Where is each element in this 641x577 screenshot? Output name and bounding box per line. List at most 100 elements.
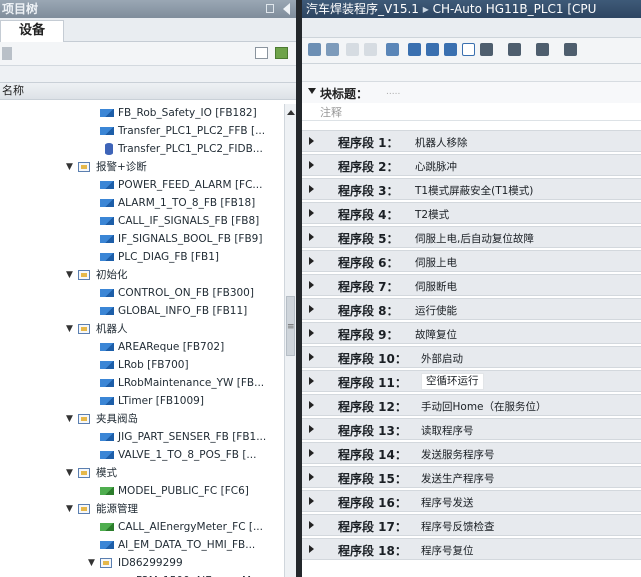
network-row[interactable]: 程序段 6： 伺服上电 bbox=[302, 250, 641, 272]
network-title[interactable]: 程序号反馈检查 bbox=[421, 519, 495, 534]
network-title[interactable]: 空循环运行 bbox=[421, 373, 484, 390]
expand-triangle-icon[interactable] bbox=[309, 137, 314, 145]
tree-item[interactable]: LRob [FB700] bbox=[0, 356, 284, 374]
expand-triangle-icon[interactable] bbox=[309, 497, 314, 505]
network-title[interactable]: 伺服上电 bbox=[415, 255, 457, 270]
expand-triangle-icon[interactable] bbox=[309, 377, 314, 385]
insert-network-icon[interactable] bbox=[346, 43, 359, 56]
more-tools-icon[interactable] bbox=[564, 43, 577, 56]
network-title[interactable]: 程序号发送 bbox=[421, 495, 474, 510]
network-title[interactable]: 伺服断电 bbox=[415, 279, 457, 294]
expand-triangle-icon[interactable] bbox=[309, 257, 314, 265]
network-title[interactable]: 伺服上电,后自动复位故障 bbox=[415, 231, 534, 246]
network-row[interactable]: 程序段 16： 程序号发送 bbox=[302, 490, 641, 512]
expand-triangle-icon[interactable] bbox=[309, 281, 314, 289]
compile-icon[interactable] bbox=[308, 43, 321, 56]
expand-triangle-icon[interactable] bbox=[309, 185, 314, 193]
expand-triangle-icon[interactable] bbox=[308, 88, 316, 94]
column-header-name[interactable]: 名称 bbox=[0, 82, 296, 100]
network-title[interactable]: T2模式 bbox=[415, 207, 449, 222]
network-row[interactable]: 程序段 18： 程序号复位 bbox=[302, 538, 641, 560]
monitor-icon[interactable] bbox=[326, 43, 339, 56]
network-row[interactable]: 程序段 3： T1模式屏蔽安全(T1模式) bbox=[302, 178, 641, 200]
expand-triangle-icon[interactable] bbox=[309, 161, 314, 169]
block-title-row[interactable]: 块标题： ..... bbox=[302, 81, 641, 103]
network-title[interactable]: 心跳脉冲 bbox=[415, 159, 457, 174]
network-title[interactable]: 外部启动 bbox=[421, 351, 463, 366]
expand-arrow-icon[interactable]: ▼ bbox=[66, 464, 73, 482]
expand-triangle-icon[interactable] bbox=[309, 449, 314, 457]
tree-item[interactable]: AI_EM_DATA_TO_HMI_FB... bbox=[0, 536, 284, 554]
tree-item[interactable]: IF_SIGNALS_BOOL_FB [FB9] bbox=[0, 230, 284, 248]
expand-triangle-icon[interactable] bbox=[309, 521, 314, 529]
network-view-toggle-icon[interactable] bbox=[444, 43, 457, 56]
expand-arrow-icon[interactable]: ▼ bbox=[66, 320, 73, 338]
expand-triangle-icon[interactable] bbox=[309, 473, 314, 481]
tree-folder[interactable]: ▼ 报警+诊断 bbox=[0, 158, 284, 176]
scroll-up-icon[interactable] bbox=[287, 110, 295, 115]
network-row[interactable]: 程序段 17： 程序号反馈检查 bbox=[302, 514, 641, 536]
tree-folder[interactable]: ▼ 初始化 bbox=[0, 266, 284, 284]
view-icon[interactable] bbox=[255, 47, 268, 59]
tree-folder[interactable]: ▼ 机器人 bbox=[0, 320, 284, 338]
close-all-networks-icon[interactable] bbox=[426, 43, 439, 56]
expand-triangle-icon[interactable] bbox=[309, 329, 314, 337]
expand-arrow-icon[interactable]: ▼ bbox=[66, 500, 73, 518]
expand-triangle-icon[interactable] bbox=[309, 353, 314, 361]
expand-arrow-icon[interactable]: ▼ bbox=[88, 554, 95, 572]
tree-item[interactable]: MODEL_PUBLIC_FC [FC6] bbox=[0, 482, 284, 500]
tree-item[interactable]: POWER_FEED_ALARM [FC... bbox=[0, 176, 284, 194]
network-title[interactable]: 机器人移除 bbox=[415, 135, 468, 150]
expand-triangle-icon[interactable] bbox=[309, 425, 314, 433]
block-title-value[interactable]: ..... bbox=[386, 87, 400, 97]
delete-network-icon[interactable] bbox=[364, 43, 377, 56]
comments-toggle-icon[interactable] bbox=[462, 43, 475, 56]
expand-arrow-icon[interactable]: ▼ bbox=[66, 158, 73, 176]
tree-item[interactable]: Transfer_PLC1_PLC2_FIDB... bbox=[0, 140, 284, 158]
block-comment-row[interactable]: 注释 bbox=[302, 103, 641, 121]
tree-item[interactable]: Transfer_PLC1_PLC2_FFB [... bbox=[0, 122, 284, 140]
network-title[interactable]: T1模式屏蔽安全(T1模式) bbox=[415, 183, 533, 198]
tree-item[interactable]: ALARM_1_TO_8_FB [FB18] bbox=[0, 194, 284, 212]
expand-triangle-icon[interactable] bbox=[309, 305, 314, 313]
expand-triangle-icon[interactable] bbox=[309, 209, 314, 217]
network-row[interactable]: 程序段 2： 心跳脉冲 bbox=[302, 154, 641, 176]
network-title[interactable]: 运行使能 bbox=[415, 303, 457, 318]
network-row[interactable]: 程序段 7： 伺服断电 bbox=[302, 274, 641, 296]
network-row[interactable]: 程序段 10： 外部启动 bbox=[302, 346, 641, 368]
network-row[interactable]: 程序段 13： 读取程序号 bbox=[302, 418, 641, 440]
tree-item[interactable]: CALL_IF_SIGNALS_FB [FB8] bbox=[0, 212, 284, 230]
expand-triangle-icon[interactable] bbox=[309, 233, 314, 241]
tree-item[interactable]: CONTROL_ON_FB [FB300] bbox=[0, 284, 284, 302]
collapse-arrow-icon[interactable] bbox=[283, 3, 290, 15]
pin-icon[interactable] bbox=[266, 4, 274, 13]
tree-folder[interactable]: ▼ 能源管理 bbox=[0, 500, 284, 518]
tab-devices[interactable]: 设备 bbox=[0, 20, 64, 42]
network-row[interactable]: 程序段 5： 伺服上电,后自动复位故障 bbox=[302, 226, 641, 248]
expand-triangle-icon[interactable] bbox=[309, 401, 314, 409]
network-row[interactable]: 程序段 4： T2模式 bbox=[302, 202, 641, 224]
tree-folder[interactable]: ▼ 模式 bbox=[0, 464, 284, 482]
tree-item[interactable]: FB_Rob_Safety_IO [FB182] bbox=[0, 104, 284, 122]
network-row[interactable]: 程序段 1： 机器人移除 bbox=[302, 130, 641, 152]
network-title[interactable]: 发送生产程序号 bbox=[421, 471, 495, 486]
network-row[interactable]: 程序段 9： 故障复位 bbox=[302, 322, 641, 344]
network-row[interactable]: 程序段 12： 手动回Home（在服务位） bbox=[302, 394, 641, 416]
expand-triangle-icon[interactable] bbox=[309, 545, 314, 553]
tree-scrollbar[interactable]: ≡ bbox=[284, 104, 296, 577]
tree-item[interactable]: LRobMaintenance_YW [FB... bbox=[0, 374, 284, 392]
network-title[interactable]: 发送服务程序号 bbox=[421, 447, 495, 462]
block-call-icon[interactable] bbox=[508, 43, 521, 56]
network-title[interactable]: 读取程序号 bbox=[421, 423, 474, 438]
favorites-icon[interactable] bbox=[480, 43, 493, 56]
network-title[interactable]: 故障复位 bbox=[415, 327, 457, 342]
tree-folder[interactable]: ▼ 夹具阀岛 bbox=[0, 410, 284, 428]
parameter-icon[interactable] bbox=[536, 43, 549, 56]
tree-folder[interactable]: ▼ ID86299299 bbox=[0, 554, 284, 572]
network-row[interactable]: 程序段 15： 发送生产程序号 bbox=[302, 466, 641, 488]
network-row[interactable]: 程序段 8： 运行使能 bbox=[302, 298, 641, 320]
network-row[interactable]: 程序段 11： 空循环运行 bbox=[302, 370, 641, 392]
tree-item[interactable]: LTimer [FB1009] bbox=[0, 392, 284, 410]
tree-item[interactable]: AREAReque [FB702] bbox=[0, 338, 284, 356]
expand-arrow-icon[interactable]: ▼ bbox=[66, 410, 73, 428]
